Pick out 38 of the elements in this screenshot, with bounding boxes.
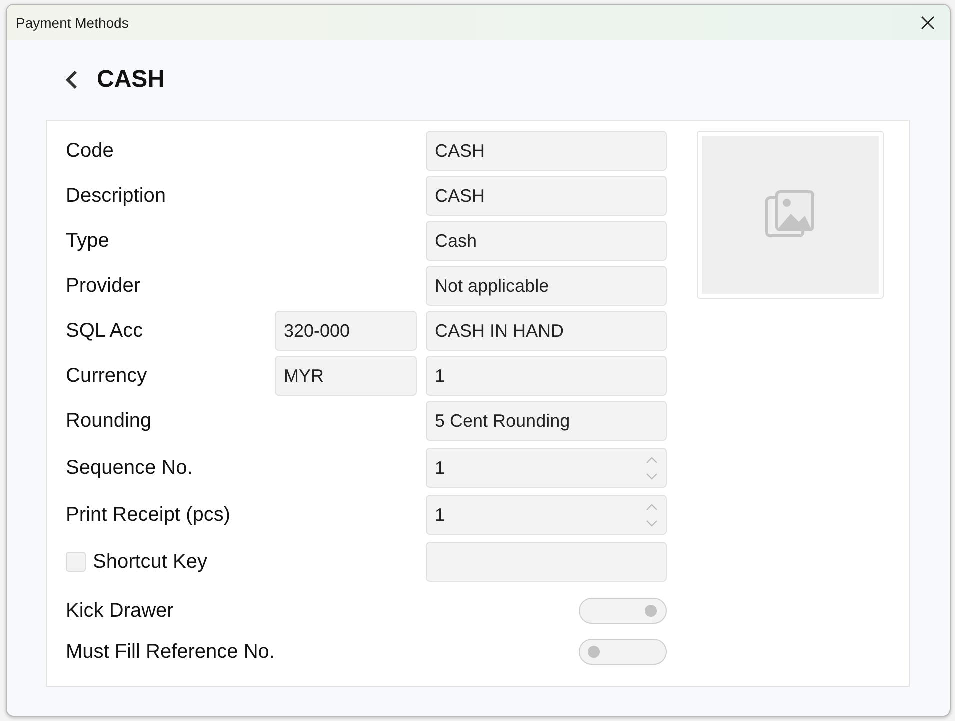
field-label: Rounding (66, 410, 153, 432)
page-title: CASH (97, 66, 166, 94)
input-field[interactable]: CASH (426, 131, 667, 171)
spin-up-icon[interactable] (646, 504, 658, 510)
toggle-switch[interactable] (579, 639, 667, 665)
input-field[interactable]: CASH IN HAND (426, 311, 667, 351)
field-label: Print Receipt (pcs) (66, 504, 232, 526)
image-placeholder[interactable] (697, 131, 884, 299)
field-label: SQL Acc (66, 320, 144, 342)
input-field[interactable]: 1 (426, 356, 667, 396)
field-label: Currency (66, 364, 148, 388)
input-field[interactable]: CASH (426, 176, 667, 216)
image-icon (764, 190, 816, 240)
input-field[interactable] (426, 542, 667, 582)
number-field[interactable]: 1 (426, 448, 667, 488)
spin-down-icon[interactable] (646, 520, 658, 526)
back-button[interactable] (65, 70, 79, 90)
field-label: Type (66, 230, 110, 252)
back-chevron-icon (65, 70, 79, 90)
window-title: Payment Methods (16, 14, 129, 30)
field-label: Code (66, 140, 115, 162)
spin-down-icon[interactable] (646, 472, 658, 480)
field-label: Provider (66, 274, 142, 298)
input-field[interactable]: 320-000 (275, 311, 417, 351)
field-label: Must Fill Reference No. (66, 640, 275, 664)
input-field[interactable]: Cash (426, 221, 667, 261)
field-label: Kick Drawer (66, 600, 174, 622)
field-label: Sequence No. (66, 456, 194, 480)
input-field[interactable]: Not applicable (426, 266, 667, 306)
number-field[interactable]: 1 (426, 495, 667, 535)
field-label: Description (66, 184, 168, 208)
checkbox[interactable] (66, 552, 86, 572)
field-label: Shortcut Key (93, 550, 208, 574)
input-field[interactable]: MYR (275, 356, 417, 396)
input-field[interactable]: 5 Cent Rounding (426, 401, 667, 441)
spin-up-icon[interactable] (646, 456, 658, 464)
toggle-switch[interactable] (579, 598, 667, 624)
close-icon (921, 16, 935, 30)
